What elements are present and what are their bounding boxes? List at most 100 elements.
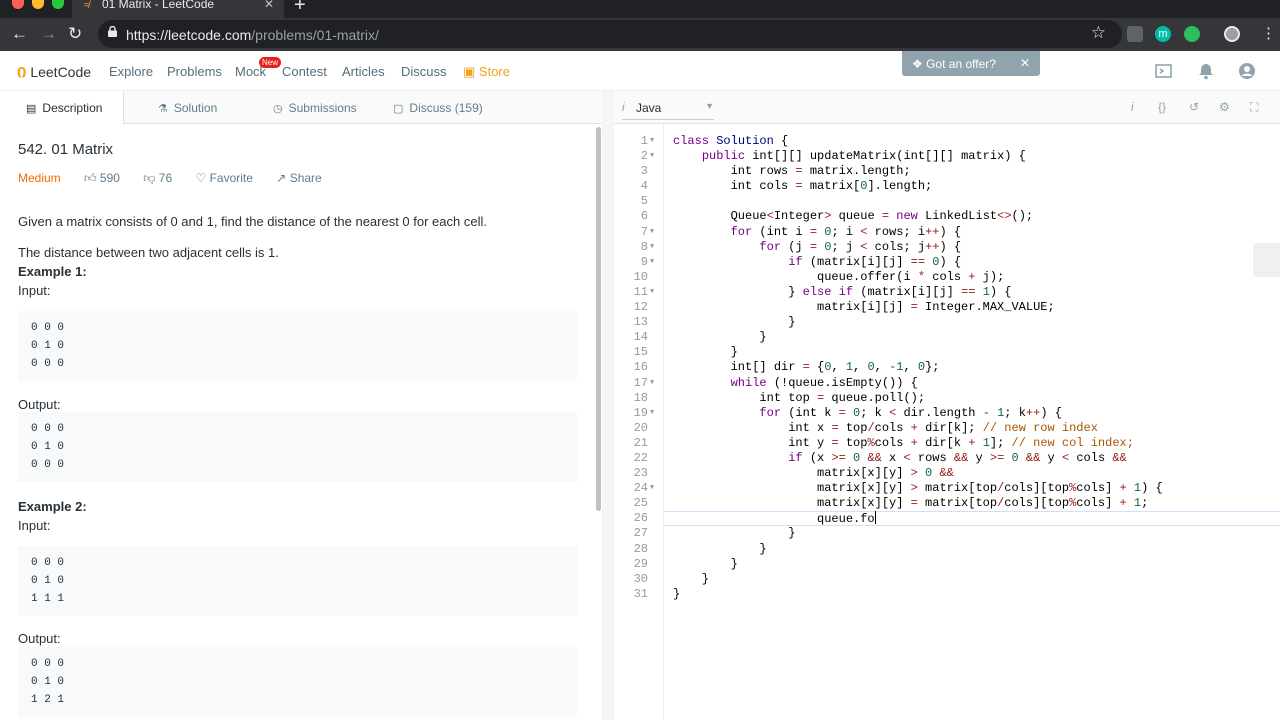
line-number: 31 bbox=[633, 586, 648, 601]
nav-explore[interactable]: Explore bbox=[109, 64, 153, 79]
close-window-button[interactable] bbox=[12, 0, 24, 9]
settings-gear-icon[interactable]: ⚙ bbox=[1219, 100, 1230, 114]
fold-chevron-icon[interactable]: ▼ bbox=[650, 149, 654, 164]
back-arrow-icon[interactable]: ← bbox=[11, 24, 28, 44]
reload-icon[interactable]: ↻ bbox=[68, 24, 82, 44]
code-line[interactable]: 23 matrix[x][y] > 0 && bbox=[614, 466, 1280, 481]
code-text: } bbox=[673, 330, 767, 345]
address-bar[interactable]: https://leetcode.com/problems/01-matrix/… bbox=[98, 20, 1122, 48]
tab-discuss[interactable]: ▢ Discuss (159) bbox=[393, 91, 483, 124]
line-number: 24 bbox=[633, 481, 648, 496]
forward-arrow-icon[interactable]: → bbox=[40, 24, 57, 44]
profile-avatar[interactable] bbox=[1224, 26, 1240, 42]
new-tab-icon[interactable]: + bbox=[294, 0, 306, 17]
tab-submissions[interactable]: ◷ Submissions bbox=[273, 91, 357, 124]
favorite-button[interactable]: ♡ Favorite bbox=[196, 171, 253, 185]
code-line[interactable]: 13 } bbox=[614, 315, 1280, 330]
code-line[interactable]: 1 ▼ class Solution { bbox=[614, 134, 1280, 149]
code-line[interactable]: 8 ▼ for (j = 0; j < cols; j++) { bbox=[614, 240, 1280, 255]
panel-splitter[interactable] bbox=[602, 91, 614, 720]
code-line[interactable]: 10 queue.offer(i * cols + j); bbox=[614, 270, 1280, 285]
nav-articles[interactable]: Articles bbox=[342, 64, 385, 79]
extension-m-icon[interactable]: m bbox=[1155, 26, 1171, 42]
code-line[interactable]: 4 int cols = matrix[0].length; bbox=[614, 179, 1280, 194]
code-text: } bbox=[673, 315, 796, 330]
code-line[interactable]: 11 ▼ } else if (matrix[i][j] == 1) { bbox=[614, 285, 1280, 300]
code-line[interactable]: 24 ▼ matrix[x][y] > matrix[top/cols][top%… bbox=[614, 481, 1280, 496]
nav-discuss[interactable]: Discuss bbox=[401, 64, 447, 79]
fullscreen-icon[interactable]: ⛶ bbox=[1250, 100, 1258, 115]
code-line[interactable]: 17 ▼ while (!queue.isEmpty()) { bbox=[614, 376, 1280, 391]
code-line[interactable]: 15 } bbox=[614, 345, 1280, 360]
code-line[interactable]: 16 int[] dir = {0, 1, 0, -1, 0}; bbox=[614, 360, 1280, 375]
code-text: while (!queue.isEmpty()) { bbox=[730, 375, 918, 390]
braces-icon[interactable]: {} bbox=[1158, 100, 1166, 114]
bookmark-star-icon[interactable]: ☆ bbox=[1091, 23, 1106, 43]
code-line[interactable]: 6 Queue<Integer> queue = new LinkedList<… bbox=[614, 209, 1280, 224]
side-panel-tab[interactable] bbox=[1253, 243, 1280, 277]
code-line[interactable]: 12 matrix[i][j] = Integer.MAX_VALUE; bbox=[614, 300, 1280, 315]
fold-chevron-icon[interactable]: ▼ bbox=[650, 285, 654, 300]
dislike-count: 76 bbox=[158, 171, 173, 185]
code-editor[interactable]: 1 ▼ class Solution {2 ▼ public int[][] upda… bbox=[614, 124, 1280, 720]
fold-chevron-icon[interactable]: ▼ bbox=[650, 240, 654, 255]
code-text: int[] dir = {0, 1, 0, -1, 0}; bbox=[673, 360, 940, 375]
like-button[interactable]: 👍︎ 590 bbox=[84, 171, 120, 185]
code-line[interactable]: 18 int top = queue.poll(); bbox=[614, 391, 1280, 406]
code-line[interactable]: 20 int x = top/cols + dir[k]; // new row… bbox=[614, 421, 1280, 436]
code-line[interactable]: 30 } bbox=[614, 572, 1280, 587]
code-text: int rows = matrix.length; bbox=[673, 164, 911, 179]
problem-note: The distance between two adjacent cells … bbox=[18, 245, 279, 260]
code-line[interactable]: 14 } bbox=[614, 330, 1280, 345]
code-line[interactable]: 25 matrix[x][y] = matrix[top/cols][top%c… bbox=[614, 496, 1280, 511]
browser-tab[interactable]: ≉ 01 Matrix - LeetCode ✕ bbox=[72, 0, 284, 18]
code-text: } bbox=[673, 586, 681, 601]
nav-contest[interactable]: Contest bbox=[282, 64, 327, 79]
code-line[interactable]: 7 ▼ for (int i = 0; i < rows; i++) { bbox=[614, 225, 1280, 240]
browser-menu-icon[interactable]: ⋮ bbox=[1261, 24, 1276, 42]
code-line[interactable]: 5 bbox=[614, 194, 1280, 209]
language-select[interactable]: i Java ▼ bbox=[622, 96, 714, 120]
editor-info-icon[interactable]: i bbox=[1131, 100, 1134, 114]
maximize-window-button[interactable] bbox=[52, 0, 64, 9]
fold-chevron-icon[interactable]: ▼ bbox=[650, 255, 654, 270]
description-scrollbar[interactable] bbox=[596, 127, 601, 511]
got-an-offer-banner[interactable]: ❖ Got an offer? ✕ bbox=[902, 51, 1040, 76]
printer-extension-icon[interactable] bbox=[1127, 26, 1143, 42]
nav-problems[interactable]: Problems bbox=[167, 64, 222, 79]
code-lines[interactable]: 1 ▼ class Solution {2 ▼ public int[][] upda… bbox=[614, 134, 1280, 602]
leetcode-logo[interactable]: ი LeetCode bbox=[17, 61, 91, 82]
code-line[interactable]: 22 if (x >= 0 && x < rows && y >= 0 && y… bbox=[614, 451, 1280, 466]
share-button[interactable]: ↗ Share bbox=[276, 171, 321, 185]
playground-icon[interactable] bbox=[1155, 62, 1173, 80]
code-line[interactable]: 31} bbox=[614, 587, 1280, 602]
code-line[interactable]: 28 } bbox=[614, 542, 1280, 557]
minimize-window-button[interactable] bbox=[32, 0, 44, 9]
code-line[interactable]: 19 ▼ for (int k = 0; k < dir.length - 1; … bbox=[614, 406, 1280, 421]
tab-solution[interactable]: ⚗ Solution bbox=[158, 91, 217, 124]
dislike-button[interactable]: 👎︎ 76 bbox=[143, 171, 172, 185]
close-tab-icon[interactable]: ✕ bbox=[264, 0, 274, 11]
user-account-icon[interactable] bbox=[1238, 62, 1256, 80]
matrix-row: 0 1 0 bbox=[31, 676, 65, 688]
code-line[interactable]: 29 } bbox=[614, 557, 1280, 572]
evernote-extension-icon[interactable] bbox=[1184, 26, 1200, 42]
line-number: 15 bbox=[633, 345, 648, 360]
fold-chevron-icon[interactable]: ▼ bbox=[650, 406, 654, 421]
close-offer-icon[interactable]: ✕ bbox=[1020, 56, 1030, 70]
code-line[interactable]: 27 } bbox=[614, 526, 1280, 541]
code-line[interactable]: 3 int rows = matrix.length; bbox=[614, 164, 1280, 179]
line-number: 19 bbox=[633, 405, 648, 420]
fold-chevron-icon[interactable]: ▼ bbox=[650, 225, 654, 240]
notification-bell-icon[interactable] bbox=[1197, 62, 1215, 80]
fold-chevron-icon[interactable]: ▼ bbox=[650, 134, 654, 149]
fold-chevron-icon[interactable]: ▼ bbox=[650, 481, 654, 496]
code-line[interactable]: 21 int y = top%cols + dir[k + 1]; // new… bbox=[614, 436, 1280, 451]
code-line[interactable]: 26 queue.fo bbox=[614, 511, 1280, 526]
reset-code-icon[interactable]: ↺ bbox=[1189, 100, 1199, 114]
tab-description[interactable]: ▤ Description bbox=[0, 91, 124, 124]
code-line[interactable]: 9 ▼ if (matrix[i][j] == 0) { bbox=[614, 255, 1280, 270]
fold-chevron-icon[interactable]: ▼ bbox=[650, 376, 654, 391]
code-line[interactable]: 2 ▼ public int[][] updateMatrix(int[][] m… bbox=[614, 149, 1280, 164]
nav-store[interactable]: ▣ Store bbox=[463, 64, 510, 80]
